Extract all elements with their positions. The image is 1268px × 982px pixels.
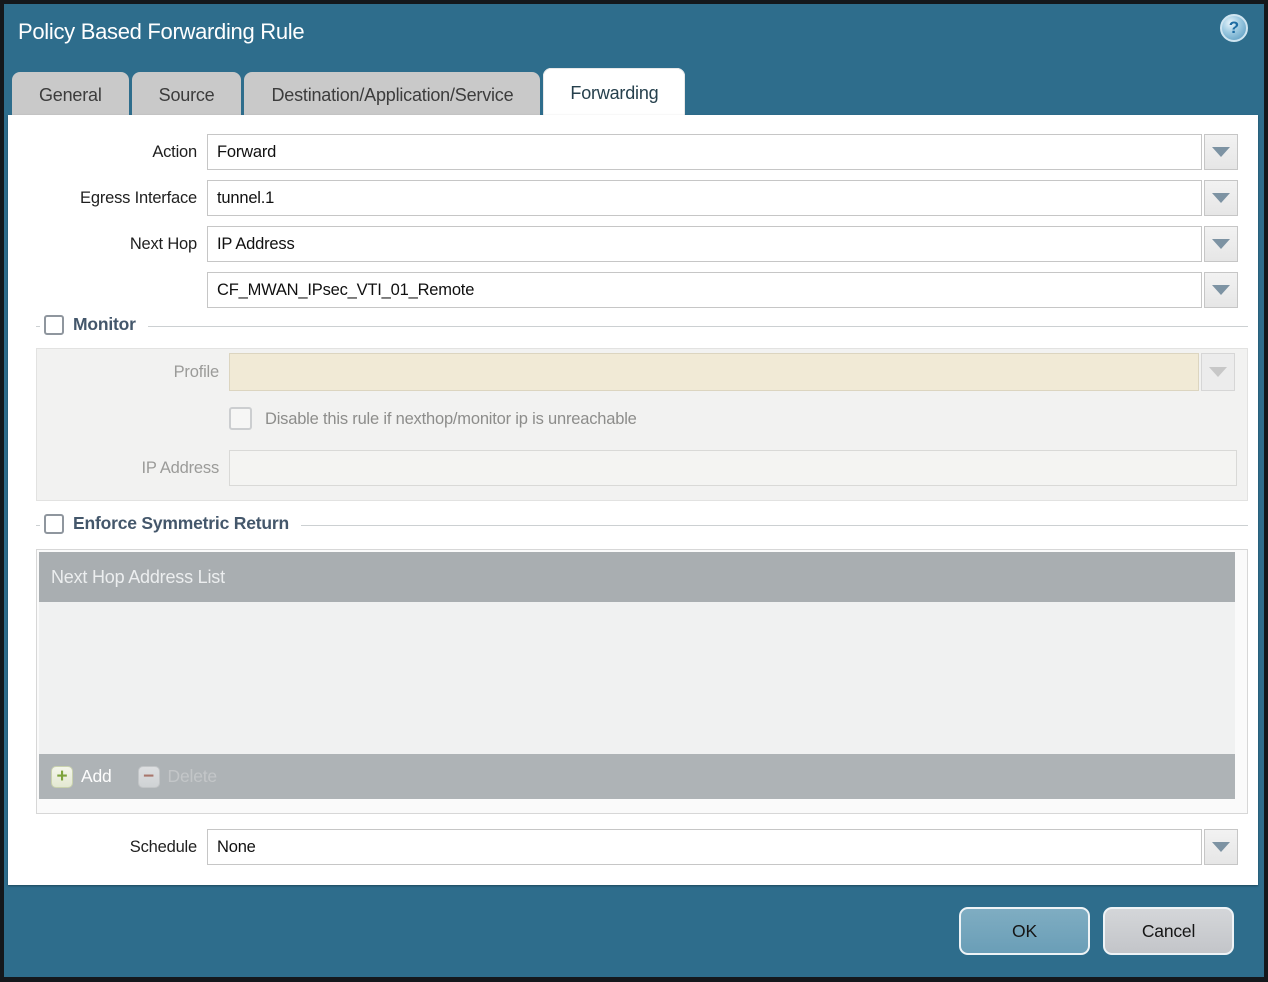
- monitor-legend: Monitor: [40, 314, 148, 335]
- tab-destination-application-service[interactable]: Destination/Application/Service: [244, 72, 541, 119]
- tab-source[interactable]: Source: [131, 72, 242, 119]
- profile-label: Profile: [173, 362, 220, 381]
- dialog-title: Policy Based Forwarding Rule: [18, 19, 305, 44]
- ok-button[interactable]: OK: [959, 907, 1090, 955]
- schedule-value: None: [217, 837, 256, 856]
- enforce-symmetric-return-checkbox[interactable]: [44, 513, 64, 534]
- monitor-panel: Profile Disable this rule if nexthop/mon…: [36, 348, 1248, 501]
- action-label: Action: [152, 142, 197, 161]
- cancel-button-label: Cancel: [1141, 920, 1196, 941]
- disable-rule-label: Disable this rule if nexthop/monitor ip …: [265, 410, 637, 428]
- help-icon-glyph: ?: [1228, 18, 1240, 37]
- dialog-titlebar: Policy Based Forwarding Rule ?: [4, 4, 1264, 62]
- tab-forwarding-label: Forwarding: [570, 83, 659, 103]
- schedule-select[interactable]: None: [207, 829, 1202, 865]
- next-hop-address-list-toolbar: + Add − Delete: [39, 754, 1235, 799]
- egress-interface-dropdown-button[interactable]: [1204, 180, 1238, 216]
- next-hop-row: Next Hop IP Address: [8, 226, 1258, 262]
- forwarding-tab-panel: Action Forward Egress Interface tunnel.1…: [8, 115, 1258, 885]
- profile-dropdown-button: [1201, 353, 1235, 391]
- next-hop-type-dropdown-button[interactable]: [1204, 226, 1238, 262]
- cancel-button[interactable]: Cancel: [1103, 907, 1234, 955]
- monitor-fieldset: Monitor Profile Disable this rule if nex…: [36, 314, 1248, 501]
- profile-select: [229, 353, 1199, 391]
- next-hop-address-list-panel: Next Hop Address List + Add − Delete: [36, 549, 1248, 814]
- next-hop-address-dropdown-button[interactable]: [1204, 272, 1238, 308]
- monitor-legend-label: Monitor: [73, 314, 136, 334]
- enforce-symmetric-return-fieldset: Enforce Symmetric Return Next Hop Addres…: [36, 513, 1248, 814]
- disable-rule-row: Disable this rule if nexthop/monitor ip …: [229, 407, 1247, 430]
- next-hop-type-select[interactable]: IP Address: [207, 226, 1202, 262]
- add-button[interactable]: + Add: [51, 765, 112, 788]
- chevron-down-icon: [1212, 147, 1230, 157]
- monitor-ip-address-input: [229, 450, 1237, 486]
- next-hop-address-list-header-label: Next Hop Address List: [51, 566, 225, 587]
- chevron-down-icon: [1212, 842, 1230, 852]
- egress-interface-row: Egress Interface tunnel.1: [8, 180, 1258, 216]
- tab-source-label: Source: [158, 85, 215, 105]
- monitor-checkbox[interactable]: [44, 314, 64, 335]
- egress-interface-select[interactable]: tunnel.1: [207, 180, 1202, 216]
- next-hop-address-select[interactable]: CF_MWAN_IPsec_VTI_01_Remote: [207, 272, 1202, 308]
- action-dropdown-button[interactable]: [1204, 134, 1238, 170]
- next-hop-address-value: CF_MWAN_IPsec_VTI_01_Remote: [217, 280, 475, 299]
- tab-general[interactable]: General: [12, 72, 129, 119]
- schedule-label: Schedule: [129, 837, 197, 856]
- schedule-row: Schedule None: [8, 829, 1258, 865]
- minus-icon: −: [137, 765, 160, 788]
- tab-forwarding[interactable]: Forwarding: [543, 68, 686, 119]
- policy-based-forwarding-dialog: Policy Based Forwarding Rule ? General S…: [4, 4, 1264, 977]
- profile-row: Profile: [37, 353, 1247, 391]
- delete-button: − Delete: [137, 765, 218, 788]
- next-hop-label: Next Hop: [129, 234, 197, 253]
- chevron-down-icon: [1212, 285, 1230, 295]
- enforce-symmetric-return-legend: Enforce Symmetric Return: [40, 513, 301, 534]
- plus-icon: +: [51, 765, 73, 788]
- next-hop-address-list-body[interactable]: [39, 602, 1235, 754]
- tab-bar: General Source Destination/Application/S…: [12, 66, 686, 119]
- monitor-ip-address-row: IP Address: [37, 450, 1247, 486]
- action-row: Action Forward: [8, 134, 1258, 170]
- egress-interface-label: Egress Interface: [80, 188, 197, 207]
- monitor-ip-address-label: IP Address: [141, 458, 220, 477]
- chevron-down-icon: [1212, 239, 1230, 249]
- next-hop-address-row: CF_MWAN_IPsec_VTI_01_Remote: [8, 272, 1258, 308]
- add-button-label: Add: [81, 766, 112, 786]
- schedule-dropdown-button[interactable]: [1204, 829, 1238, 865]
- chevron-down-icon: [1209, 367, 1227, 377]
- ok-button-label: OK: [1012, 920, 1037, 941]
- disable-rule-checkbox: [229, 407, 252, 430]
- help-icon[interactable]: ?: [1220, 14, 1248, 42]
- next-hop-address-list-header[interactable]: Next Hop Address List: [39, 552, 1235, 602]
- enforce-symmetric-return-legend-label: Enforce Symmetric Return: [73, 513, 289, 533]
- egress-interface-value: tunnel.1: [217, 188, 275, 207]
- tab-general-label: General: [39, 85, 102, 105]
- delete-button-label: Delete: [167, 766, 218, 786]
- action-value: Forward: [217, 142, 277, 161]
- next-hop-type-value: IP Address: [217, 234, 295, 253]
- action-select[interactable]: Forward: [207, 134, 1202, 170]
- tab-destination-label: Destination/Application/Service: [271, 85, 514, 105]
- chevron-down-icon: [1212, 193, 1230, 203]
